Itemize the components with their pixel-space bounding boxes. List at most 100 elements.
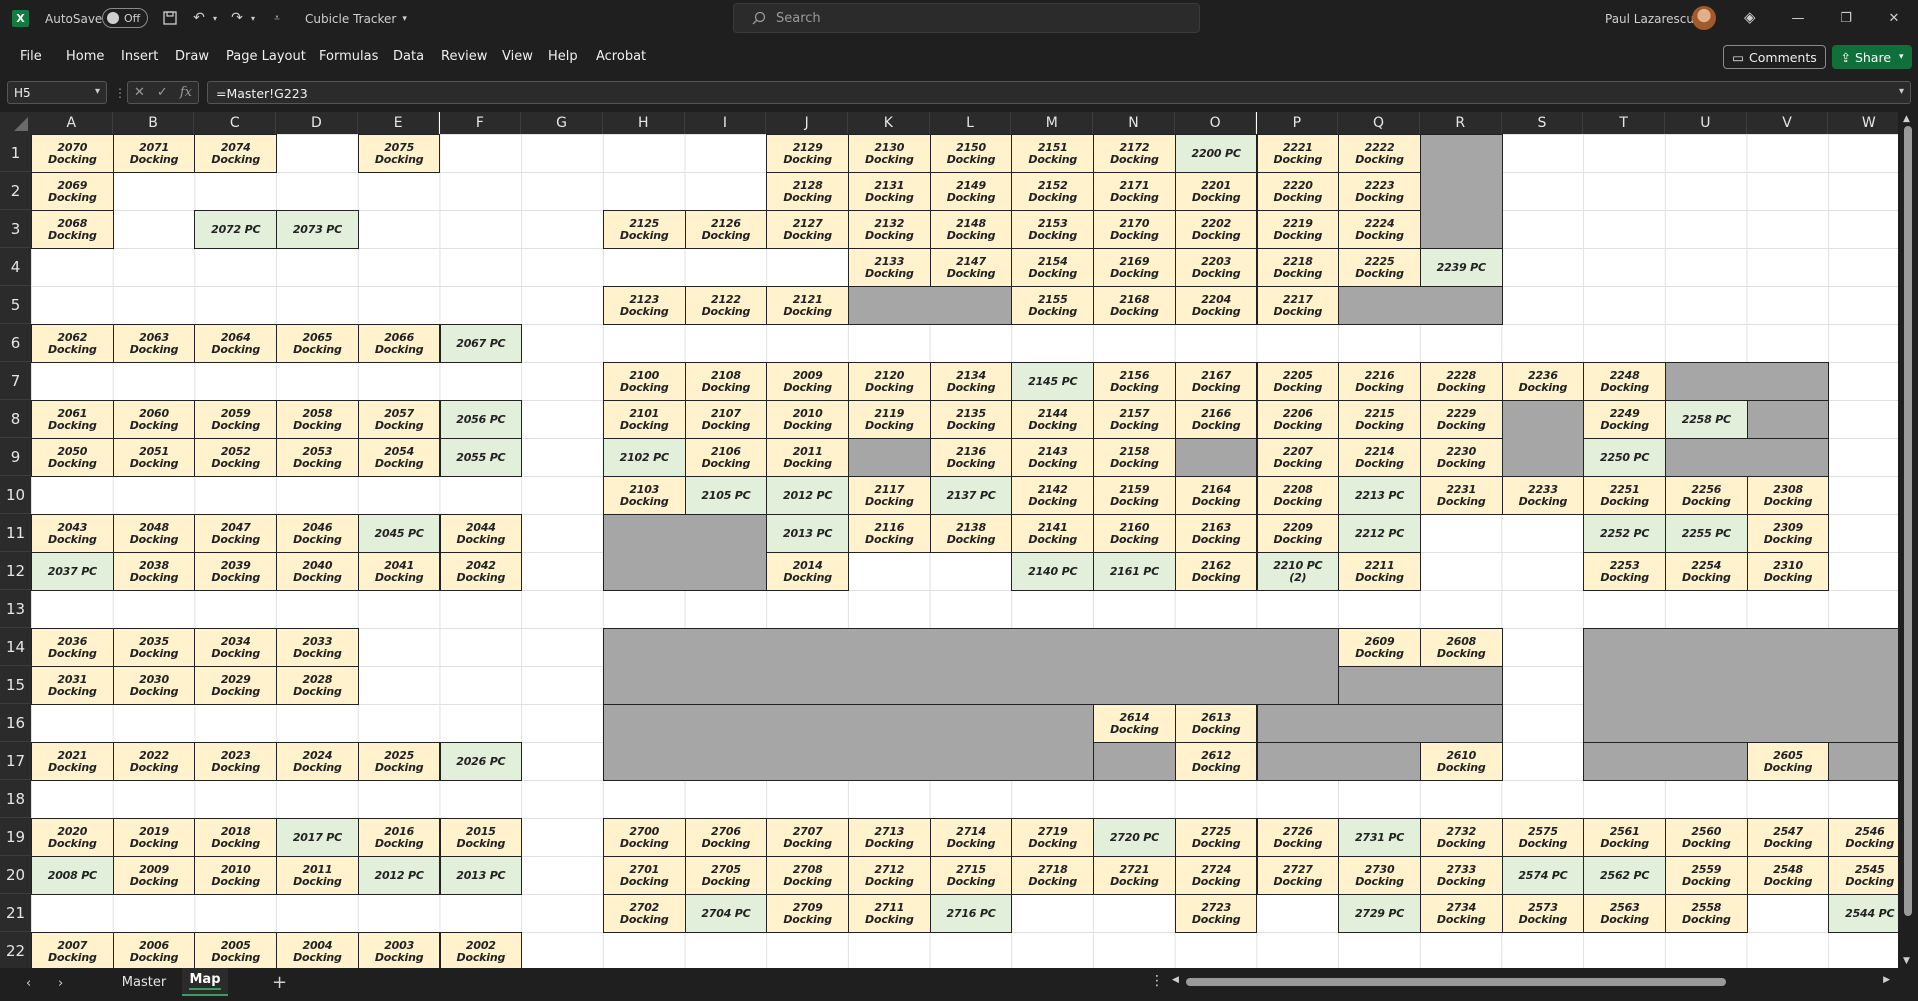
cubicle-cell-e6[interactable]: 2066 Docking [357, 324, 441, 363]
cubicle-cell-p2[interactable]: 2220 Docking [1256, 172, 1340, 211]
blocked-area[interactable] [1419, 134, 1503, 249]
cubicle-cell-l1[interactable]: 2150 Docking [929, 134, 1013, 173]
cubicle-cell-r9[interactable]: 2230 Docking [1419, 438, 1503, 477]
cubicle-cell-o4[interactable]: 2203 Docking [1174, 248, 1258, 287]
insert-function-icon[interactable]: fx [180, 85, 192, 100]
cubicle-cell-e1[interactable]: 2075 Docking [357, 134, 441, 173]
cubicle-cell-d17[interactable]: 2024 Docking [276, 742, 359, 781]
cubicle-cell-n9[interactable]: 2158 Docking [1093, 438, 1176, 477]
cubicle-cell-m12[interactable]: 2140 PC [1011, 552, 1095, 591]
cubicle-cell-o1[interactable]: 2200 PC [1174, 134, 1258, 173]
cubicle-cell-n2[interactable]: 2171 Docking [1093, 172, 1176, 211]
cubicle-cell-a15[interactable]: 2031 Docking [31, 666, 114, 705]
cubicle-cell-r7[interactable]: 2228 Docking [1419, 362, 1503, 401]
user-name[interactable]: Paul Lazarescu [1605, 0, 1694, 37]
formula-input[interactable]: =Master!G223 ▾ [207, 81, 1911, 104]
cubicle-cell-r14[interactable]: 2608 Docking [1419, 628, 1503, 667]
cubicle-cell-n11[interactable]: 2160 Docking [1093, 514, 1176, 553]
cubicle-cell-t9[interactable]: 2250 PC [1583, 438, 1666, 477]
cubicle-cell-q1[interactable]: 2222 Docking [1338, 134, 1421, 173]
cubicle-cell-f6[interactable]: 2067 PC [439, 324, 523, 363]
menu-file[interactable]: File [20, 49, 42, 64]
blocked-area[interactable] [848, 438, 931, 477]
cubicle-cell-o5[interactable]: 2204 Docking [1174, 286, 1258, 325]
cubicle-cell-l11[interactable]: 2138 Docking [929, 514, 1013, 553]
cubicle-cell-v10[interactable]: 2308 Docking [1746, 476, 1830, 515]
cubicle-cell-o8[interactable]: 2166 Docking [1174, 400, 1258, 439]
cubicle-cell-q3[interactable]: 2224 Docking [1338, 210, 1421, 249]
cubicle-cell-m20[interactable]: 2718 Docking [1011, 856, 1095, 895]
enter-formula-icon[interactable]: ✓ [157, 85, 168, 100]
cubicle-cell-h8[interactable]: 2101 Docking [602, 400, 686, 439]
column-header-l[interactable]: L [929, 112, 1012, 134]
column-header-r[interactable]: R [1419, 112, 1502, 134]
cubicle-cell-t8[interactable]: 2249 Docking [1583, 400, 1666, 439]
cubicle-cell-t20[interactable]: 2562 PC [1583, 856, 1666, 895]
cubicle-cell-j2[interactable]: 2128 Docking [766, 172, 849, 211]
cubicle-cell-b19[interactable]: 2019 Docking [112, 818, 196, 857]
cubicle-cell-o20[interactable]: 2724 Docking [1174, 856, 1258, 895]
cubicle-cell-v20[interactable]: 2548 Docking [1746, 856, 1830, 895]
cubicle-cell-q9[interactable]: 2214 Docking [1338, 438, 1421, 477]
avatar[interactable] [1692, 6, 1716, 30]
column-header-k[interactable]: K [848, 112, 930, 134]
cubicle-cell-j7[interactable]: 2009 Docking [766, 362, 849, 401]
column-header-e[interactable]: E [357, 112, 440, 134]
cubicle-cell-l7[interactable]: 2134 Docking [929, 362, 1013, 401]
cubicle-cell-c6[interactable]: 2064 Docking [194, 324, 278, 363]
cubicle-cell-u11[interactable]: 2255 PC [1665, 514, 1748, 553]
cubicle-cell-p11[interactable]: 2209 Docking [1256, 514, 1340, 553]
column-header-t[interactable]: T [1583, 112, 1665, 134]
column-header-c[interactable]: C [194, 112, 277, 134]
column-header-p[interactable]: P [1256, 112, 1339, 134]
cubicle-cell-d11[interactable]: 2046 Docking [276, 514, 359, 553]
row-header-4[interactable]: 4 [0, 248, 31, 286]
cubicle-cell-q19[interactable]: 2731 PC [1338, 818, 1421, 857]
cubicle-cell-k7[interactable]: 2120 Docking [848, 362, 931, 401]
blocked-area[interactable] [1665, 438, 1830, 477]
cubicle-cell-i5[interactable]: 2122 Docking [684, 286, 768, 325]
blocked-area[interactable] [1256, 704, 1503, 743]
cubicle-cell-j9[interactable]: 2011 Docking [766, 438, 849, 477]
cubicle-cell-b6[interactable]: 2063 Docking [112, 324, 196, 363]
column-header-u[interactable]: U [1665, 112, 1747, 134]
scroll-right-icon[interactable]: ▶ [1883, 975, 1890, 985]
row-header-9[interactable]: 9 [0, 438, 31, 476]
cubicle-cell-k19[interactable]: 2713 Docking [848, 818, 931, 857]
cubicle-cell-k10[interactable]: 2117 Docking [848, 476, 931, 515]
blocked-area[interactable] [602, 628, 1340, 705]
cubicle-cell-t12[interactable]: 2253 Docking [1583, 552, 1666, 591]
select-all-button[interactable] [0, 112, 31, 134]
cubicle-cell-a19[interactable]: 2020 Docking [31, 818, 114, 857]
cubicle-cell-m2[interactable]: 2152 Docking [1011, 172, 1095, 211]
column-header-n[interactable]: N [1093, 112, 1175, 134]
cubicle-cell-h9[interactable]: 2102 PC [602, 438, 686, 477]
cubicle-cell-c19[interactable]: 2018 Docking [194, 818, 278, 857]
cubicle-cell-b12[interactable]: 2038 Docking [112, 552, 196, 591]
cubicle-cell-c14[interactable]: 2034 Docking [194, 628, 278, 667]
column-header-i[interactable]: I [684, 112, 767, 134]
search-box[interactable]: Search [733, 3, 1200, 33]
cubicle-cell-i3[interactable]: 2126 Docking [684, 210, 768, 249]
cubicle-cell-n8[interactable]: 2157 Docking [1093, 400, 1176, 439]
cubicle-cell-e11[interactable]: 2045 PC [357, 514, 441, 553]
cubicle-cell-t19[interactable]: 2561 Docking [1583, 818, 1666, 857]
cubicle-cell-r17[interactable]: 2610 Docking [1419, 742, 1503, 781]
vertical-scrollbar[interactable]: ▲ ▼ [1898, 112, 1918, 968]
cubicle-cell-m19[interactable]: 2719 Docking [1011, 818, 1095, 857]
cubicle-cell-s19[interactable]: 2575 Docking [1501, 818, 1585, 857]
blocked-area[interactable] [1256, 742, 1421, 781]
cubicle-cell-m11[interactable]: 2141 Docking [1011, 514, 1095, 553]
cubicle-cell-t7[interactable]: 2248 Docking [1583, 362, 1666, 401]
cubicle-cell-a14[interactable]: 2036 Docking [31, 628, 114, 667]
cubicle-cell-o12[interactable]: 2162 Docking [1174, 552, 1258, 591]
cubicle-cell-c1[interactable]: 2074 Docking [194, 134, 278, 173]
blocked-area[interactable] [1665, 362, 1830, 401]
cubicle-cell-n7[interactable]: 2156 Docking [1093, 362, 1176, 401]
cubicle-cell-a3[interactable]: 2068 Docking [31, 210, 114, 249]
cubicle-cell-c11[interactable]: 2047 Docking [194, 514, 278, 553]
blocked-area[interactable] [1828, 742, 1898, 781]
cubicle-cell-f11[interactable]: 2044 Docking [439, 514, 523, 553]
scroll-down-icon[interactable]: ▼ [1903, 956, 1910, 966]
cubicle-cell-d9[interactable]: 2053 Docking [276, 438, 359, 477]
